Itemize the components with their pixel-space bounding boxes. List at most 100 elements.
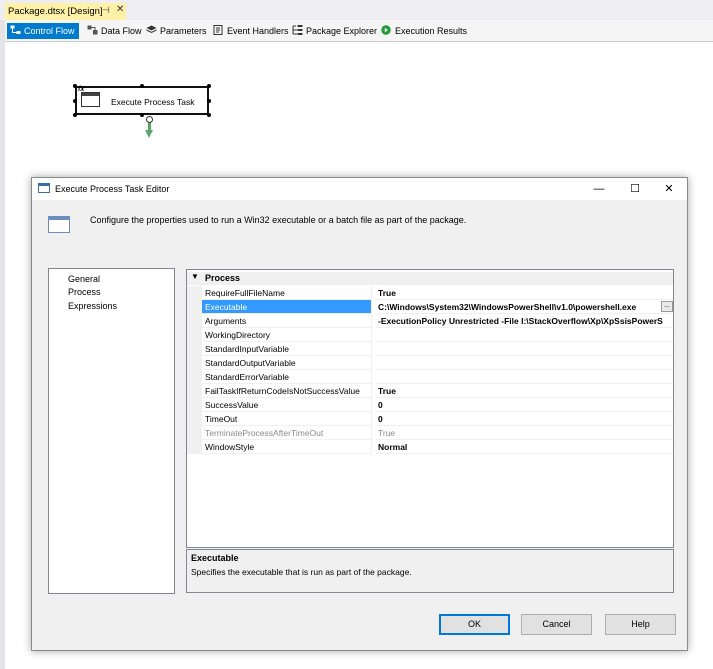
property-grid: ▼ Process RequireFullFileName True Execu… — [186, 269, 674, 548]
property-row[interactable]: FailTaskIfReturnCodeIsNotSuccessValue Tr… — [187, 384, 673, 398]
cancel-button[interactable]: Cancel — [521, 614, 592, 635]
property-name: StandardErrorVariable — [202, 370, 372, 384]
row-gutter — [187, 384, 202, 398]
resize-handle[interactable] — [140, 84, 144, 88]
connector-handle[interactable] — [146, 116, 153, 123]
property-value[interactable]: True — [376, 286, 673, 300]
property-name: StandardOutputVariable — [202, 356, 372, 370]
row-gutter — [187, 342, 202, 356]
resize-handle[interactable] — [73, 99, 77, 103]
ok-button[interactable]: OK — [439, 614, 510, 635]
property-name: RequireFullFileName — [202, 286, 372, 300]
property-value[interactable]: C:\Windows\System32\WindowsPowerShell\v1… — [376, 300, 673, 314]
nav-item-general[interactable]: General — [68, 274, 100, 284]
tab-parameters[interactable]: Parameters — [143, 23, 211, 39]
property-name: TerminateProcessAfterTimeOut — [202, 426, 372, 440]
description-title: Executable — [191, 553, 239, 563]
property-row[interactable]: StandardOutputVariable — [187, 356, 673, 370]
tab-label: Parameters — [160, 26, 207, 36]
minimize-icon[interactable]: — — [591, 181, 607, 197]
property-row[interactable]: WorkingDirectory — [187, 328, 673, 342]
property-row[interactable]: TerminateProcessAfterTimeOut True — [187, 426, 673, 440]
document-tab[interactable]: Package.dtsx [Design] ⊣ ✕ — [5, 3, 126, 20]
resize-handle[interactable] — [73, 84, 77, 88]
close-icon[interactable]: ✕ — [116, 4, 124, 15]
property-name: WindowStyle — [202, 440, 372, 454]
control-flow-icon — [10, 25, 21, 34]
resize-handle[interactable] — [207, 99, 211, 103]
property-value[interactable] — [376, 370, 673, 384]
row-gutter — [187, 328, 202, 342]
property-value[interactable]: -ExecutionPolicy Unrestricted -File I:\S… — [376, 314, 673, 328]
browse-button[interactable]: ... — [661, 301, 673, 312]
connector-arrow-icon — [145, 130, 153, 138]
tab-label: Event Handlers — [227, 26, 289, 36]
property-row[interactable]: TimeOut 0 — [187, 412, 673, 426]
row-gutter — [187, 426, 202, 440]
property-value[interactable]: 0 — [376, 412, 673, 426]
row-gutter — [187, 370, 202, 384]
tab-label: Package Explorer — [306, 26, 378, 36]
collapse-chevron-icon[interactable]: ▼ — [191, 272, 199, 281]
category-row[interactable]: ▼ Process — [187, 272, 673, 285]
property-name: SuccessValue — [202, 398, 372, 412]
row-gutter — [187, 356, 202, 370]
close-icon[interactable]: ✕ — [661, 181, 677, 197]
nav-item-process[interactable]: Process — [68, 287, 101, 297]
property-name: TimeOut — [202, 412, 372, 426]
nav-item-expressions[interactable]: Expressions — [68, 301, 117, 311]
row-gutter — [187, 440, 202, 454]
property-row[interactable]: Executable C:\Windows\System32\WindowsPo… — [187, 300, 673, 314]
row-gutter — [187, 314, 202, 328]
pin-icon[interactable]: ⊣ — [102, 5, 110, 16]
page-navigator: General Process Expressions — [48, 268, 175, 594]
tab-label: Control Flow — [24, 26, 75, 36]
package-explorer-icon — [292, 25, 303, 35]
dialog-title: Execute Process Task Editor — [55, 184, 170, 194]
property-value[interactable] — [376, 342, 673, 356]
property-value[interactable]: 0 — [376, 398, 673, 412]
tab-control-flow[interactable]: Control Flow — [7, 23, 79, 39]
help-button[interactable]: Help — [605, 614, 676, 635]
category-name: Process — [205, 273, 241, 283]
property-name: WorkingDirectory — [202, 328, 372, 342]
resize-handle[interactable] — [73, 113, 77, 117]
property-value[interactable]: True — [376, 384, 673, 398]
property-value[interactable] — [376, 356, 673, 370]
resize-handle[interactable] — [140, 113, 144, 117]
row-gutter — [187, 300, 202, 314]
resize-handle[interactable] — [207, 84, 211, 88]
maximize-icon[interactable]: ☐ — [627, 181, 643, 197]
property-row[interactable]: StandardInputVariable — [187, 342, 673, 356]
property-description: Executable Specifies the executable that… — [186, 549, 674, 593]
description-text: Specifies the executable that is run as … — [191, 567, 412, 577]
property-value[interactable]: Normal — [376, 440, 673, 454]
row-gutter — [187, 398, 202, 412]
document-tab-title: Package.dtsx [Design] — [8, 6, 103, 17]
property-value[interactable] — [376, 328, 673, 342]
tab-data-flow[interactable]: Data Flow — [84, 23, 146, 39]
execute-process-task-editor: Execute Process Task Editor — ☐ ✕ Config… — [31, 177, 688, 651]
resize-handle[interactable] — [207, 113, 211, 117]
tab-event-handlers[interactable]: Event Handlers — [210, 23, 293, 39]
property-row[interactable]: Arguments -ExecutionPolicy Unrestricted … — [187, 314, 673, 328]
execute-process-task[interactable]: fx Execute Process Task — [75, 86, 209, 115]
tab-package-explorer[interactable]: Package Explorer — [289, 23, 381, 39]
property-name: FailTaskIfReturnCodeIsNotSuccessValue — [202, 384, 372, 398]
tab-execution-results[interactable]: Execution Results — [378, 23, 471, 39]
designer-toolbar: Control Flow Data Flow Parameters Event … — [5, 20, 713, 42]
dialog-titlebar[interactable]: Execute Process Task Editor — ☐ ✕ — [32, 178, 687, 200]
row-gutter — [187, 412, 202, 426]
property-name: Executable — [202, 300, 372, 314]
property-row[interactable]: SuccessValue 0 — [187, 398, 673, 412]
property-row[interactable]: RequireFullFileName True — [187, 286, 673, 300]
property-name: StandardInputVariable — [202, 342, 372, 356]
property-row[interactable]: StandardErrorVariable — [187, 370, 673, 384]
parameters-icon — [146, 25, 157, 34]
tab-label: Execution Results — [395, 26, 468, 36]
window-icon — [38, 183, 50, 193]
data-flow-icon — [87, 25, 98, 35]
execution-results-icon — [381, 25, 391, 35]
property-value: True — [376, 426, 673, 440]
property-row[interactable]: WindowStyle Normal — [187, 440, 673, 454]
